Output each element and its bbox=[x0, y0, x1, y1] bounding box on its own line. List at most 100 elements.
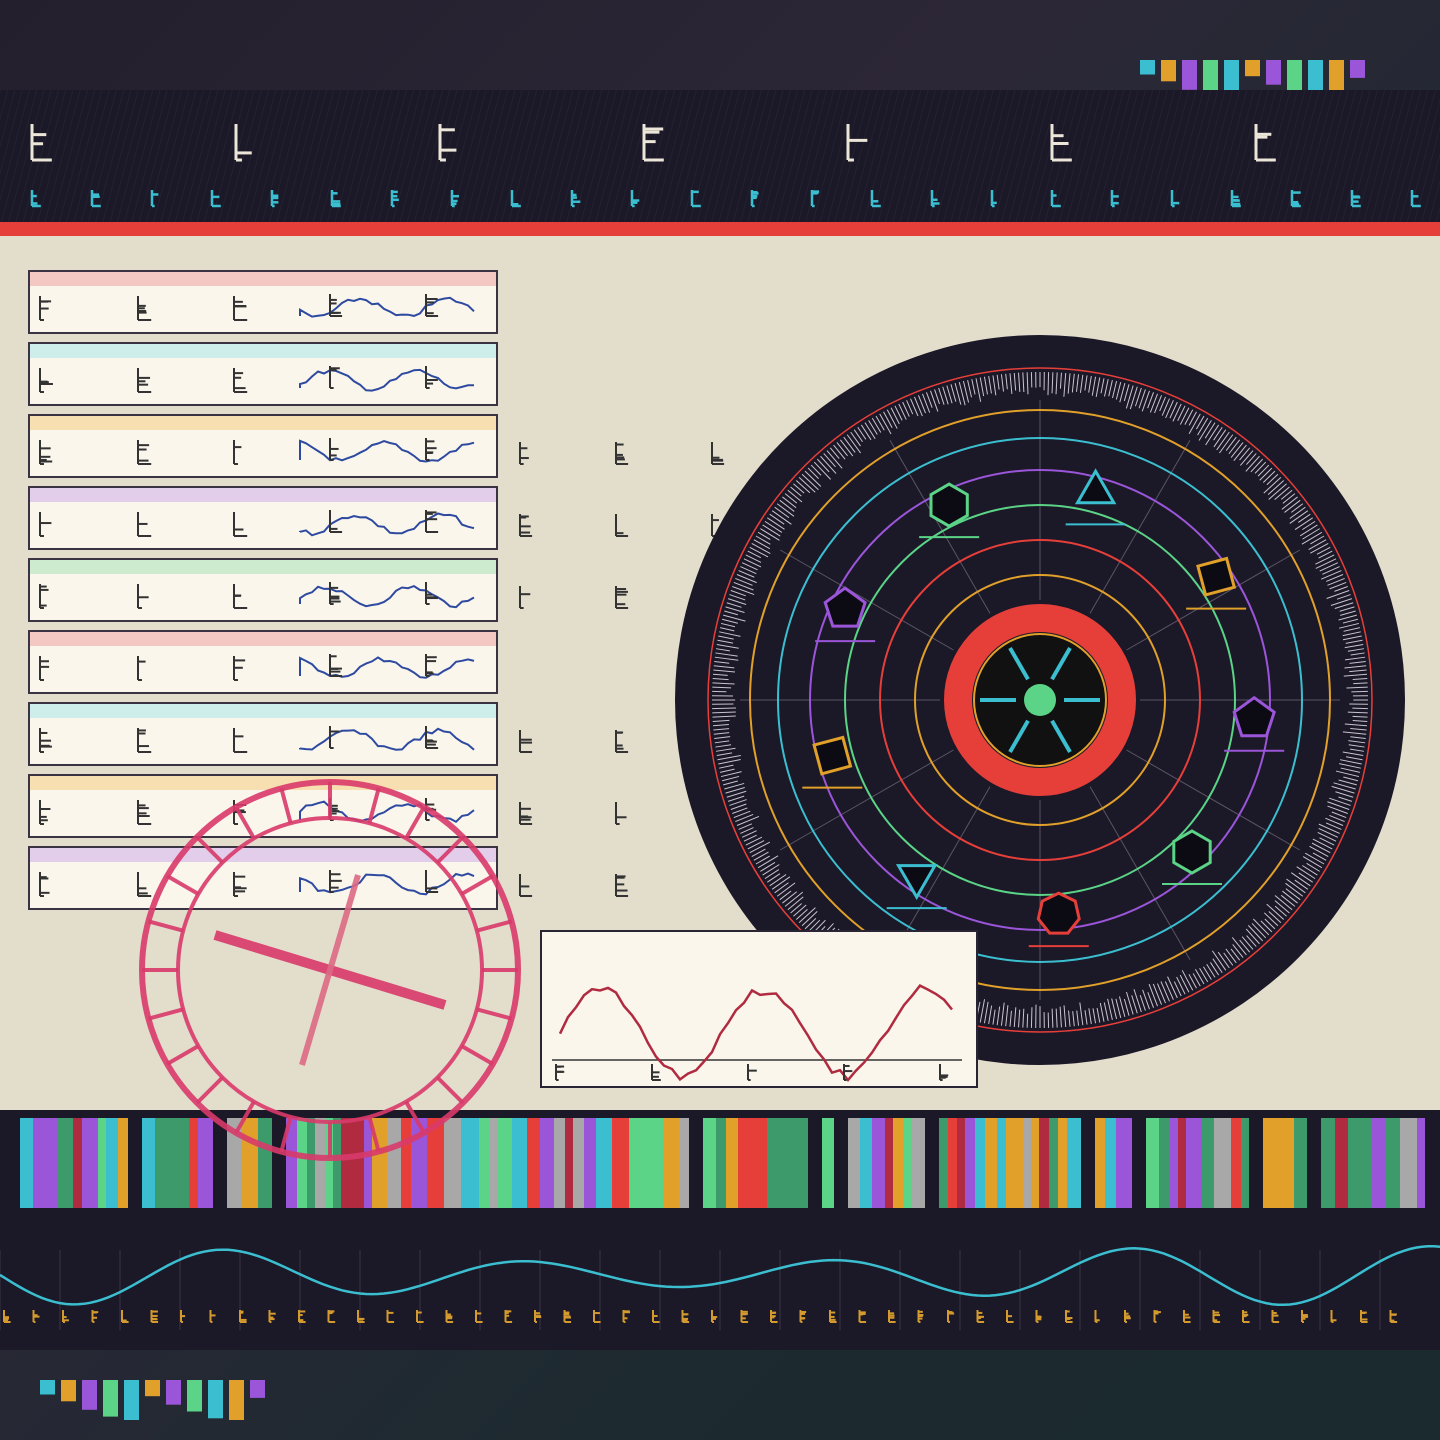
color-bar bbox=[554, 1118, 565, 1208]
runic-glyph-icon bbox=[615, 514, 629, 537]
runic-glyph-icon bbox=[1330, 1310, 1337, 1323]
runic-glyph-icon bbox=[770, 1310, 778, 1323]
row-card[interactable] bbox=[28, 558, 498, 622]
color-bar bbox=[1116, 1118, 1132, 1208]
runic-glyph-icon bbox=[330, 190, 341, 208]
runic-glyph-icon bbox=[939, 1064, 949, 1081]
runic-glyph-icon bbox=[233, 656, 246, 681]
runic-glyph-icon bbox=[137, 584, 149, 609]
row-card[interactable] bbox=[28, 342, 498, 406]
row-card[interactable] bbox=[28, 414, 498, 478]
color-bar bbox=[1385, 1118, 1400, 1208]
row-card[interactable] bbox=[28, 702, 498, 766]
runic-glyph-icon bbox=[846, 124, 868, 162]
color-bar bbox=[797, 1118, 808, 1208]
runic-glyph-icon bbox=[329, 366, 340, 389]
runic-glyph-icon bbox=[799, 1310, 807, 1323]
color-bar bbox=[751, 1118, 767, 1208]
runic-glyph-icon bbox=[1350, 190, 1361, 208]
legend-bar bbox=[40, 1380, 55, 1395]
mini-chart-line bbox=[558, 984, 953, 1082]
runic-glyph-icon bbox=[445, 1310, 454, 1323]
color-bar bbox=[948, 1118, 957, 1208]
runic-glyph-icon bbox=[438, 124, 457, 162]
runic-glyph-icon bbox=[327, 1310, 336, 1323]
runic-glyph-icon bbox=[870, 190, 881, 208]
color-bar bbox=[639, 1118, 647, 1208]
runic-glyph-icon bbox=[137, 656, 146, 681]
color-bar bbox=[860, 1118, 872, 1208]
runic-glyph-icon bbox=[651, 1064, 661, 1081]
color-bar bbox=[1023, 1118, 1031, 1208]
color-bar bbox=[738, 1118, 751, 1208]
color-bar bbox=[1095, 1118, 1105, 1208]
runic-glyph-icon bbox=[1271, 1310, 1280, 1323]
runic-glyph-icon bbox=[1006, 1310, 1014, 1323]
legend-bar bbox=[1245, 60, 1260, 77]
row-card[interactable] bbox=[28, 486, 498, 550]
runic-glyph-icon bbox=[62, 1310, 69, 1323]
color-bar bbox=[58, 1118, 73, 1208]
legend-bar bbox=[1140, 60, 1155, 75]
color-bar bbox=[1049, 1118, 1058, 1208]
crosshair-target-dial[interactable] bbox=[130, 770, 530, 1170]
color-bar bbox=[629, 1118, 639, 1208]
legend-bar bbox=[61, 1380, 76, 1402]
color-bar bbox=[965, 1118, 975, 1208]
color-bar bbox=[726, 1118, 738, 1208]
color-bar bbox=[612, 1118, 629, 1208]
color-bar bbox=[106, 1118, 118, 1208]
runic-glyph-icon bbox=[570, 190, 581, 208]
runic-glyph-icon bbox=[137, 728, 152, 753]
runic-glyph-icon bbox=[298, 1310, 306, 1323]
color-bar bbox=[1321, 1118, 1335, 1208]
color-bar bbox=[893, 1118, 904, 1208]
row-sparkline bbox=[299, 727, 475, 751]
runic-glyph-icon bbox=[1065, 1310, 1073, 1323]
runic-glyph-icon bbox=[858, 1310, 867, 1323]
runic-glyph-icon bbox=[180, 1310, 186, 1323]
runic-glyph-icon bbox=[30, 190, 41, 208]
color-bar bbox=[596, 1118, 612, 1208]
row-sparkline bbox=[299, 368, 475, 392]
row-card[interactable] bbox=[28, 630, 498, 694]
color-bar bbox=[73, 1118, 82, 1208]
color-bar bbox=[1105, 1118, 1116, 1208]
runic-glyph-icon bbox=[930, 190, 940, 208]
color-bar bbox=[1146, 1118, 1159, 1208]
legend-bar bbox=[82, 1380, 97, 1410]
color-bar bbox=[703, 1118, 716, 1208]
runic-glyph-icon bbox=[1242, 1310, 1250, 1323]
runic-glyph-icon bbox=[888, 1310, 896, 1323]
color-bar bbox=[782, 1118, 797, 1208]
color-bar bbox=[848, 1118, 860, 1208]
runic-glyph-icon bbox=[990, 190, 997, 208]
row-card[interactable] bbox=[28, 270, 498, 334]
color-bar bbox=[1417, 1118, 1425, 1208]
runic-glyph-icon bbox=[947, 1310, 955, 1323]
runic-glyph-icon bbox=[475, 1310, 483, 1323]
runic-glyph-icon bbox=[615, 586, 629, 609]
legend-bar bbox=[145, 1380, 160, 1397]
color-bar bbox=[584, 1118, 596, 1208]
color-bar bbox=[118, 1118, 128, 1208]
wave-track bbox=[0, 1245, 1440, 1330]
runic-glyph-icon bbox=[1212, 1310, 1221, 1323]
color-bar bbox=[1231, 1118, 1241, 1208]
color-bar bbox=[1263, 1118, 1278, 1208]
color-bar bbox=[573, 1118, 584, 1208]
color-bar bbox=[33, 1118, 49, 1208]
row-sparkline bbox=[299, 512, 475, 537]
color-bar bbox=[912, 1118, 925, 1208]
legend-bar bbox=[103, 1380, 118, 1417]
runic-glyph-icon bbox=[268, 1310, 276, 1323]
color-bar bbox=[939, 1118, 948, 1208]
color-bar bbox=[82, 1118, 98, 1208]
color-bar bbox=[565, 1118, 573, 1208]
legend-bar bbox=[1161, 60, 1176, 82]
mini-wave-chart bbox=[552, 984, 962, 1082]
color-bar bbox=[49, 1118, 58, 1208]
runic-glyph-icon bbox=[150, 190, 159, 208]
runic-glyph-icon bbox=[32, 1310, 40, 1323]
runic-glyph-icon bbox=[681, 1310, 690, 1323]
